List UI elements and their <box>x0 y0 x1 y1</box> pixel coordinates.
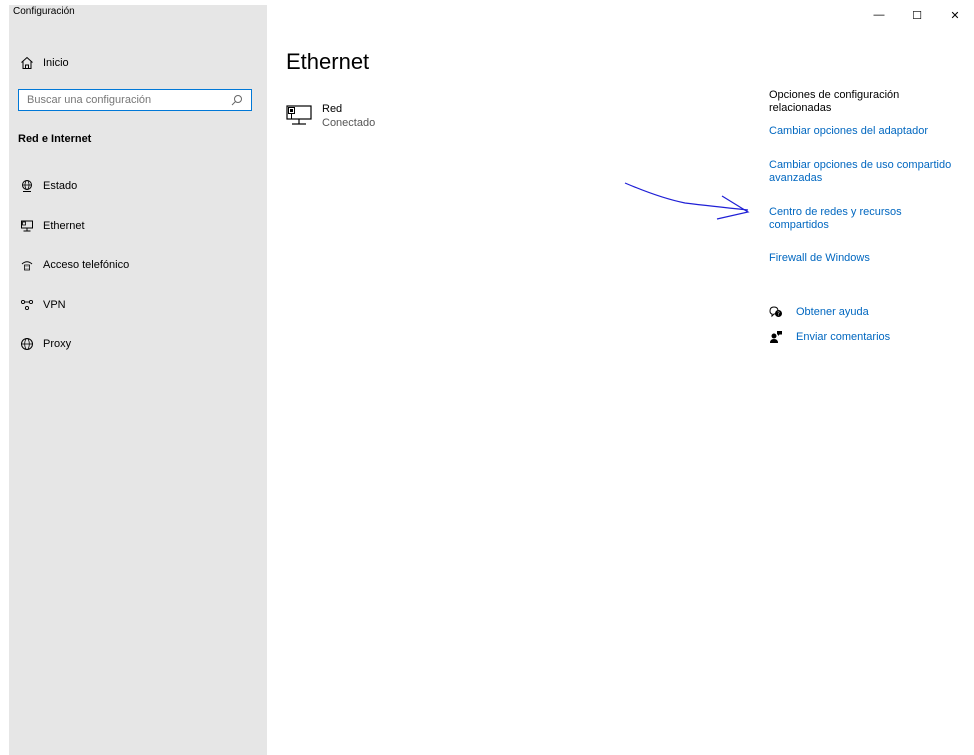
app-title: Configuración <box>13 6 75 17</box>
get-help-link[interactable]: Obtener ayuda <box>796 306 869 318</box>
sidebar-item-estado[interactable]: Estado <box>9 173 267 199</box>
vpn-icon <box>19 297 35 313</box>
sidebar <box>9 5 267 755</box>
globe-status-icon <box>19 178 35 194</box>
minimize-icon: — <box>873 9 885 21</box>
close-button[interactable]: ✕ <box>936 0 974 30</box>
network-pc-icon <box>286 104 314 128</box>
send-feedback-link[interactable]: Enviar comentarios <box>796 331 890 343</box>
sidebar-item-vpn[interactable]: VPN <box>9 292 267 318</box>
ethernet-icon <box>19 218 35 234</box>
minimize-button[interactable]: — <box>860 0 898 30</box>
sidebar-section-title: Red e Internet <box>18 133 92 145</box>
feedback-person-icon <box>769 330 783 344</box>
settings-window: Configuración Inicio Red e Internet <box>0 0 974 755</box>
nav-home-label: Inicio <box>43 57 69 69</box>
maximize-button[interactable]: ☐ <box>898 0 936 30</box>
maximize-icon: ☐ <box>912 9 922 22</box>
home-icon <box>19 55 35 71</box>
sidebar-item-label: VPN <box>43 298 66 311</box>
sidebar-item-acceso-telefonico[interactable]: Acceso telefónico <box>9 252 267 278</box>
search-input[interactable] <box>19 94 229 106</box>
window-controls: — ☐ ✕ <box>860 0 974 30</box>
change-adapter-options-link[interactable]: Cambiar opciones del adaptador <box>769 125 969 138</box>
network-texts: Red Conectado <box>322 102 375 130</box>
nav-home[interactable]: Inicio <box>9 50 267 76</box>
get-help-row[interactable]: ? Obtener ayuda <box>769 305 869 319</box>
sidebar-item-proxy[interactable]: Proxy <box>9 331 267 357</box>
sidebar-item-label: Acceso telefónico <box>43 259 130 271</box>
close-icon: ✕ <box>950 9 960 22</box>
sidebar-item-label: Proxy <box>43 338 72 350</box>
related-settings-title: Opciones de configuración relacionadas <box>769 89 900 114</box>
sidebar-item-ethernet[interactable]: Ethernet <box>9 213 267 239</box>
network-entry[interactable]: Red Conectado <box>286 102 375 130</box>
sidebar-item-label: Ethernet <box>43 219 85 232</box>
dialup-icon <box>19 257 35 273</box>
help-chat-icon: ? <box>769 305 783 319</box>
page-title: Ethernet <box>286 49 370 74</box>
globe-icon <box>19 336 35 352</box>
search-icon[interactable] <box>229 92 245 108</box>
search-field[interactable] <box>18 89 252 111</box>
network-sharing-center-link[interactable]: Centro de redes y recursos compartidos <box>769 206 929 232</box>
sidebar-item-label: Estado <box>43 180 78 192</box>
svg-text:?: ? <box>777 312 780 318</box>
network-name: Red <box>322 103 343 115</box>
network-status: Conectado <box>322 117 376 129</box>
advanced-sharing-options-link[interactable]: Cambiar opciones de uso compartido avanz… <box>769 159 969 185</box>
sidebar-nav: Estado Ethernet Acceso telefónico VPN Pr… <box>9 173 267 371</box>
send-feedback-row[interactable]: Enviar comentarios <box>769 330 890 344</box>
windows-firewall-link[interactable]: Firewall de Windows <box>769 252 969 265</box>
